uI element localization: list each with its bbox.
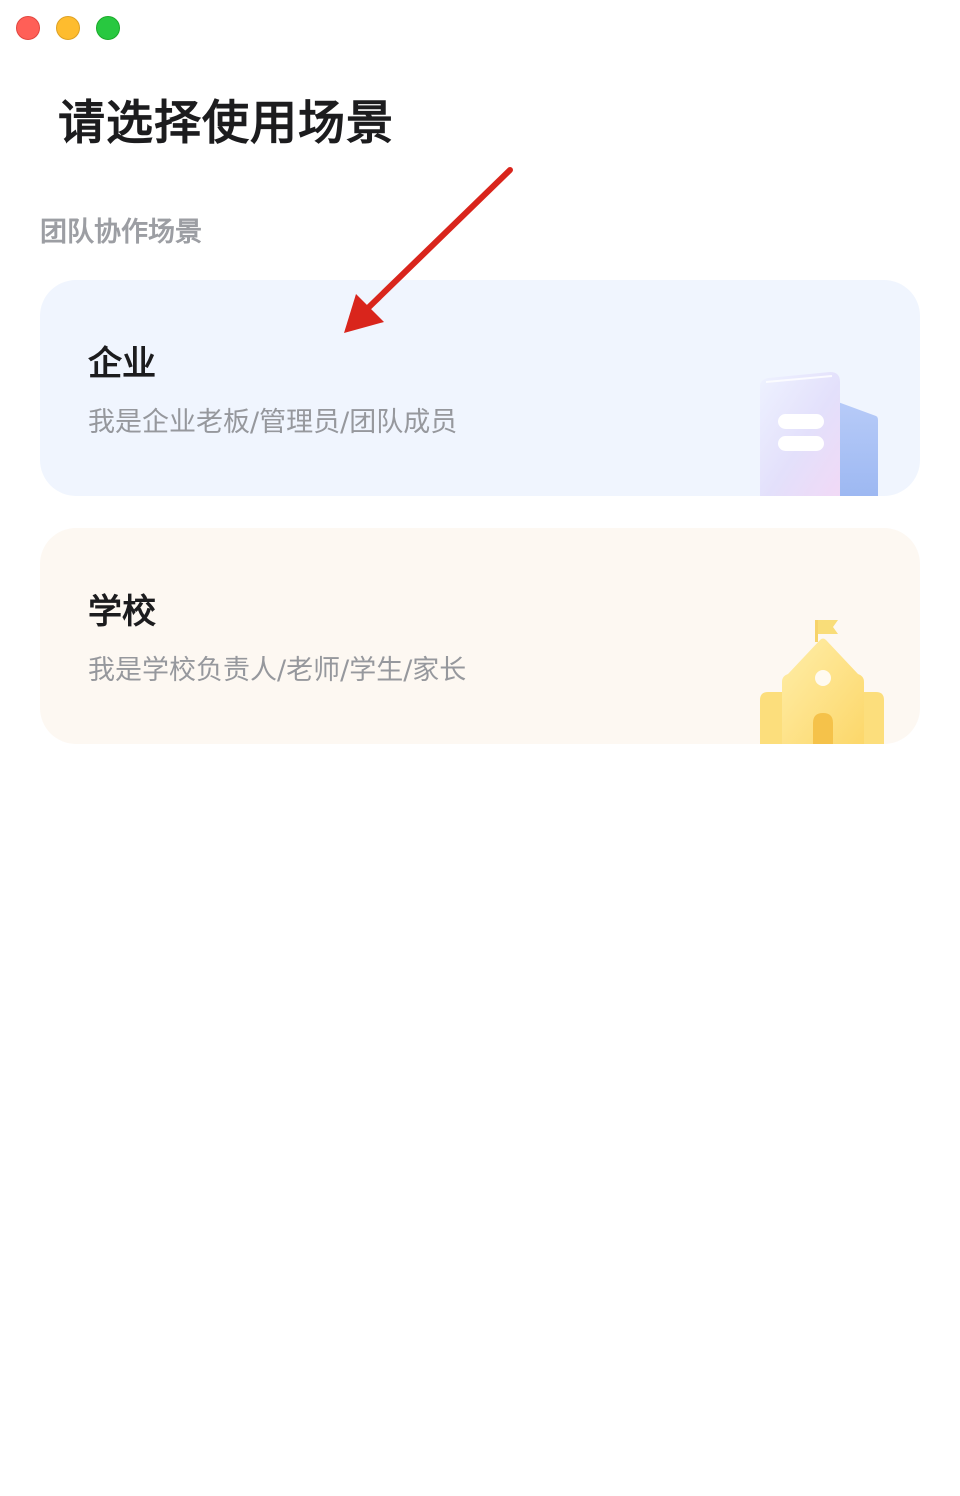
window-minimize-button[interactable] — [56, 16, 80, 40]
window-controls — [16, 16, 120, 40]
section-label-team-collaboration: 团队协作场景 — [40, 217, 202, 248]
window-close-button[interactable] — [16, 16, 40, 40]
enterprise-card[interactable]: 企业 我是企业老板/管理员/团队成员 — [40, 280, 920, 496]
enterprise-card-title: 企业 — [88, 344, 156, 384]
school-card[interactable]: 学校 我是学校负责人/老师/学生/家长 — [40, 528, 920, 744]
office-building-icon — [760, 372, 878, 496]
school-card-title: 学校 — [88, 592, 156, 632]
page-title: 请选择使用场景 — [58, 96, 394, 151]
window-maximize-button[interactable] — [96, 16, 120, 40]
enterprise-card-description: 我是企业老板/管理员/团队成员 — [88, 407, 458, 438]
school-building-icon — [760, 620, 884, 744]
school-card-description: 我是学校负责人/老师/学生/家长 — [88, 655, 467, 686]
